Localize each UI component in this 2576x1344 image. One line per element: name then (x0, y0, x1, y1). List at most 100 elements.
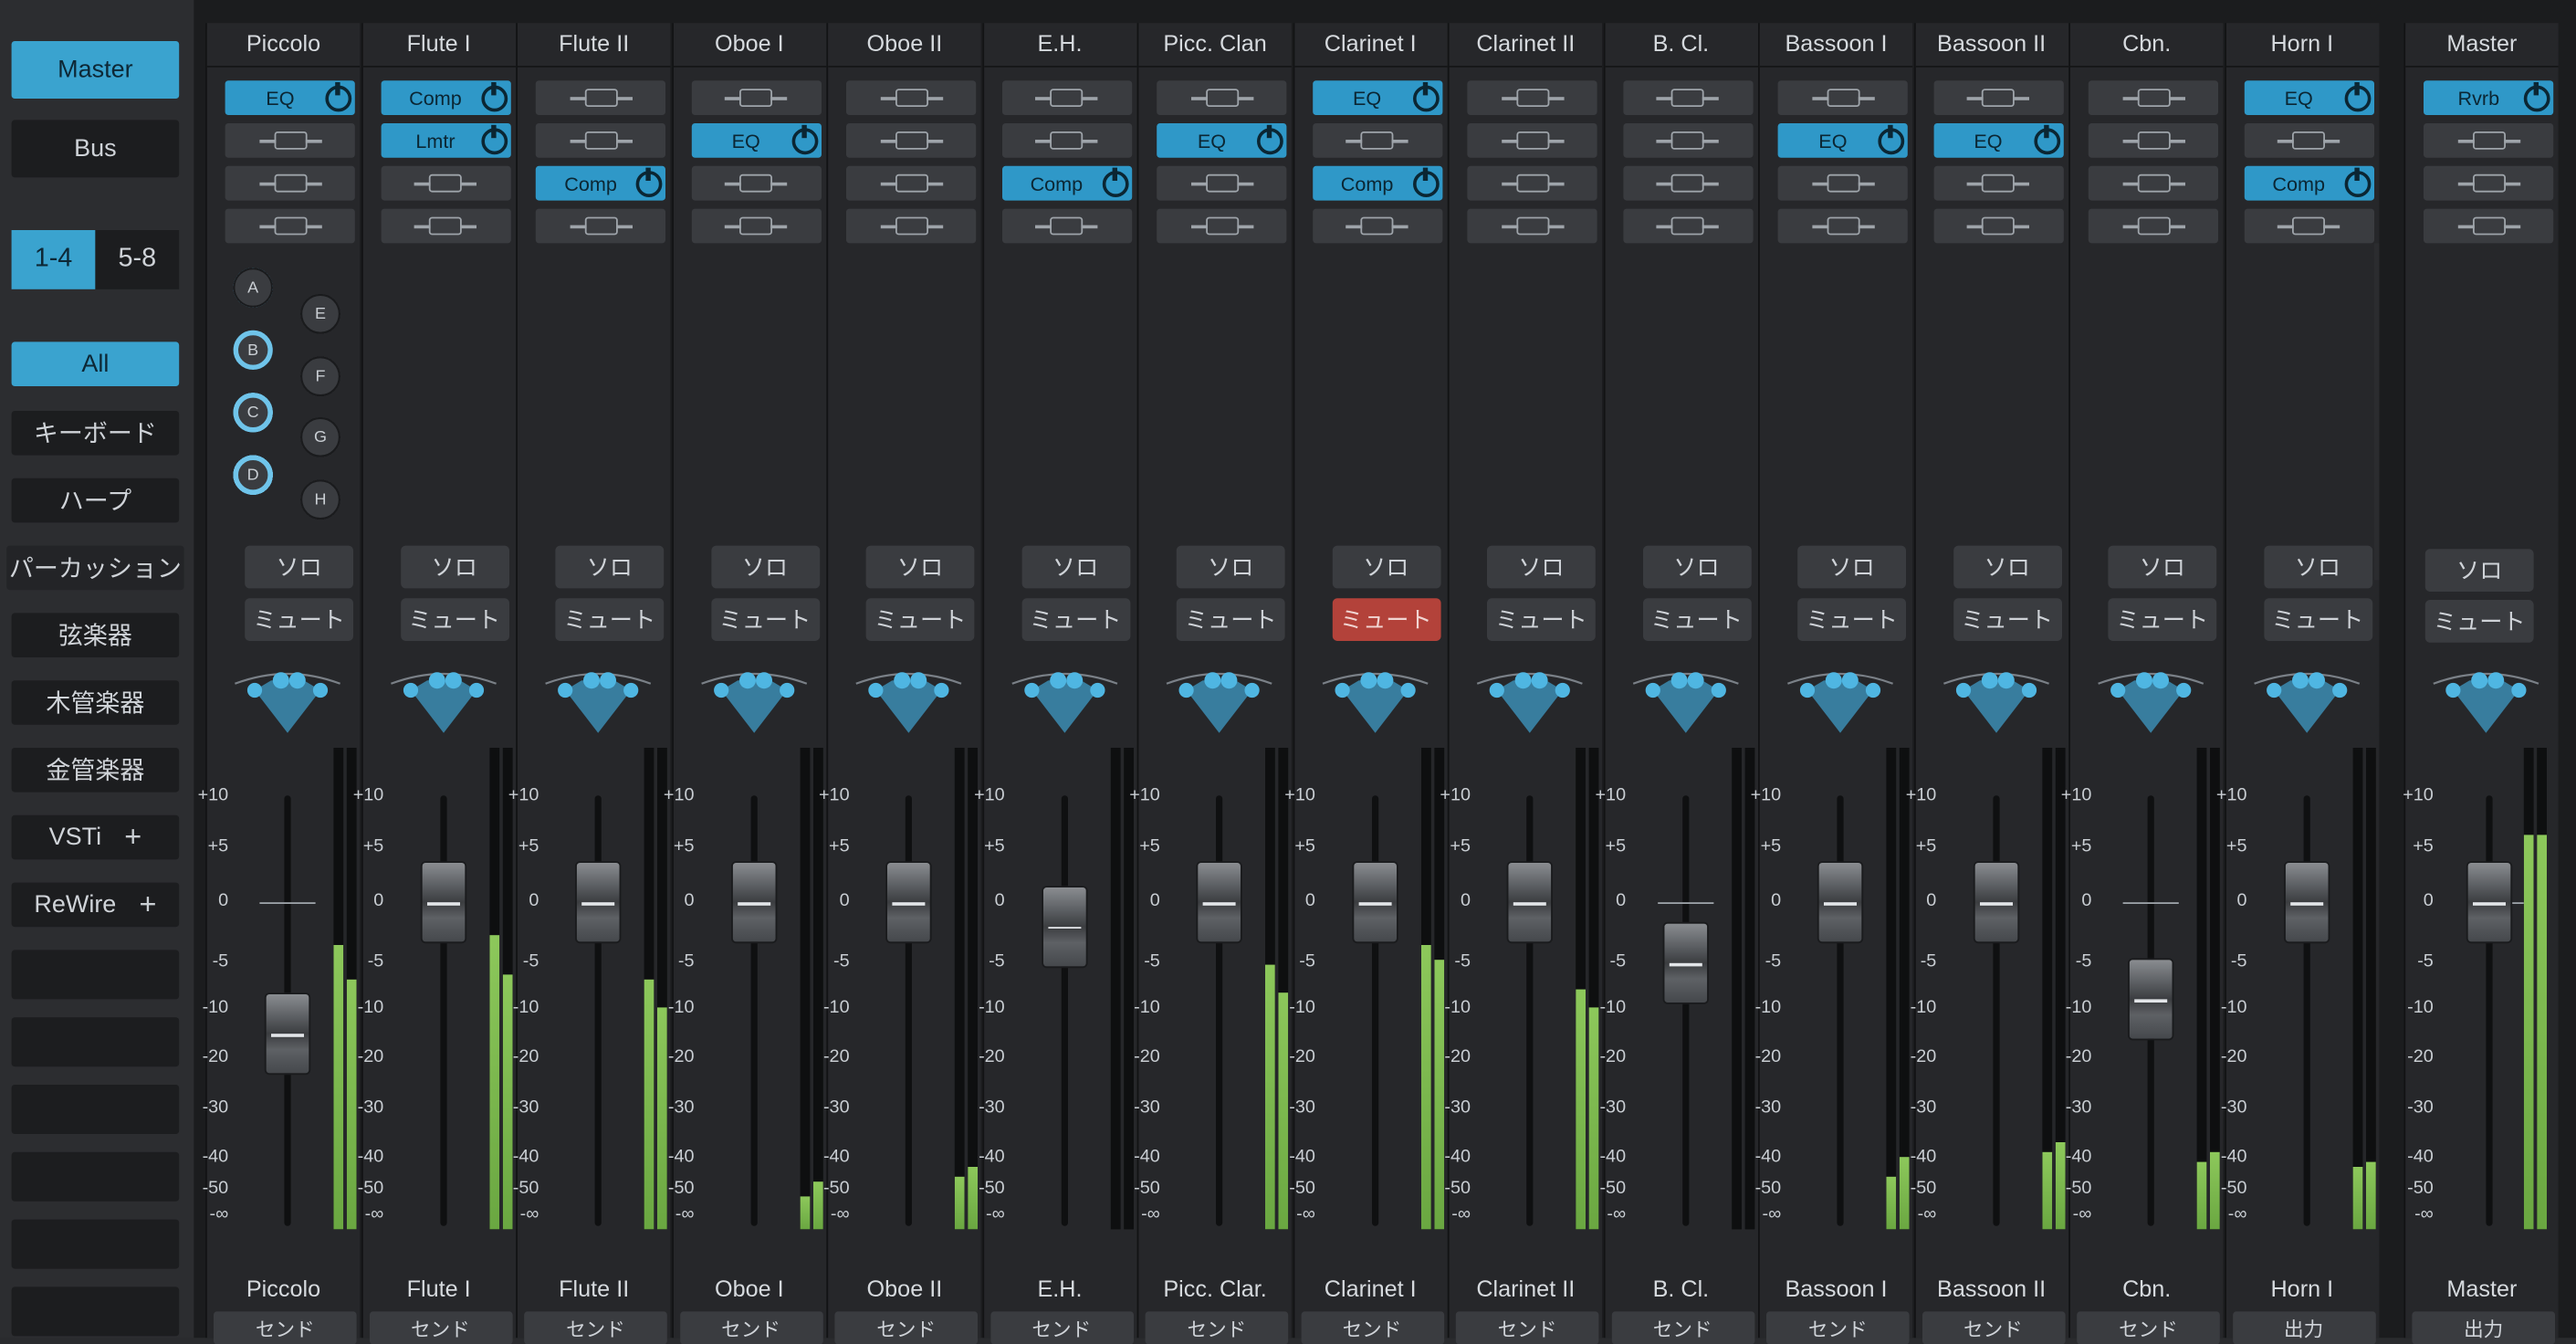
insert-slot[interactable] (1777, 80, 1908, 115)
insert-slot[interactable]: EQ (1777, 123, 1908, 158)
solo-button[interactable]: ソロ (2263, 545, 2372, 589)
send-output-selector[interactable]: センド (834, 1311, 978, 1344)
insert-slot[interactable] (225, 208, 355, 244)
insert-slot[interactable] (1157, 165, 1287, 201)
insert-slot[interactable]: EQ (1157, 123, 1287, 158)
send-output-selector[interactable]: 出力 (2412, 1311, 2555, 1344)
insert-slot[interactable] (1467, 80, 1597, 115)
pan-control[interactable] (1629, 667, 1741, 740)
send-knob-f[interactable]: F (300, 356, 340, 396)
insert-slot[interactable]: Comp (1312, 165, 1442, 201)
mute-button[interactable]: ミュート (2108, 598, 2217, 641)
bank-5-8-button[interactable]: 5-8 (95, 230, 180, 289)
fader-cap[interactable] (730, 861, 777, 944)
send-knob-d[interactable]: D (233, 455, 273, 495)
solo-button[interactable]: ソロ (555, 545, 665, 589)
pan-control[interactable] (2430, 667, 2541, 740)
category-rewire[interactable]: ReWire + (11, 882, 180, 928)
mute-button[interactable]: ミュート (1021, 598, 1130, 641)
insert-slot[interactable] (225, 165, 355, 201)
mute-button[interactable]: ミュート (1797, 598, 1906, 641)
power-icon[interactable] (1412, 81, 1439, 111)
solo-button[interactable]: ソロ (245, 545, 353, 589)
insert-slot[interactable] (1001, 123, 1132, 158)
pan-control[interactable] (387, 667, 498, 740)
send-output-selector[interactable]: センド (214, 1311, 357, 1344)
category-strings[interactable]: 弦楽器 (11, 613, 180, 657)
mute-button[interactable]: ミュート (1487, 598, 1596, 641)
insert-slot[interactable] (846, 123, 977, 158)
power-icon[interactable] (2523, 81, 2550, 111)
fader-cap[interactable] (2128, 959, 2174, 1042)
insert-slot[interactable]: EQ (1932, 123, 2063, 158)
category-brass[interactable]: 金管楽器 (11, 748, 180, 793)
plus-icon[interactable]: + (140, 887, 157, 922)
solo-button[interactable]: ソロ (2424, 549, 2534, 592)
power-icon[interactable] (635, 166, 663, 197)
pan-control[interactable] (2095, 667, 2206, 740)
master-button[interactable]: Master (11, 41, 180, 99)
pan-control[interactable] (232, 667, 343, 740)
insert-slot[interactable]: EQ (1312, 80, 1442, 115)
bank-1-4-button[interactable]: 1-4 (11, 230, 96, 289)
mute-button[interactable]: ミュート (2263, 598, 2372, 641)
solo-button[interactable]: ソロ (1487, 545, 1596, 589)
bus-button[interactable]: Bus (11, 120, 180, 178)
send-output-selector[interactable]: センド (1766, 1311, 1910, 1344)
insert-slot[interactable] (1157, 80, 1287, 115)
mute-button[interactable]: ミュート (555, 598, 665, 641)
insert-slot[interactable] (1932, 165, 2063, 201)
insert-slot[interactable] (1467, 208, 1597, 244)
send-output-selector[interactable]: センド (1455, 1311, 1599, 1344)
category-percussion[interactable]: パーカッション (6, 545, 184, 591)
insert-slot[interactable] (846, 208, 977, 244)
mute-button[interactable]: ミュート (1176, 598, 1285, 641)
pan-control[interactable] (1785, 667, 1896, 740)
insert-slot[interactable] (380, 165, 510, 201)
pan-control[interactable] (697, 667, 809, 740)
insert-slot[interactable] (1622, 208, 1753, 244)
category-woodwinds[interactable]: 木管楽器 (11, 680, 180, 725)
insert-slot[interactable]: Comp (535, 165, 665, 201)
send-output-selector[interactable]: センド (990, 1311, 1134, 1344)
pan-control[interactable] (542, 667, 654, 740)
insert-slot[interactable] (535, 80, 665, 115)
send-output-selector[interactable]: センド (2077, 1311, 2220, 1344)
pan-control[interactable] (1474, 667, 1586, 740)
insert-slot[interactable] (2424, 208, 2554, 244)
power-icon[interactable] (480, 81, 508, 111)
send-knob-a[interactable]: A (233, 268, 273, 308)
insert-slot[interactable] (1622, 123, 1753, 158)
insert-slot[interactable] (846, 80, 977, 115)
power-icon[interactable] (2343, 166, 2371, 197)
insert-slot[interactable] (1467, 123, 1597, 158)
send-output-selector[interactable]: センド (1610, 1311, 1754, 1344)
send-output-selector[interactable]: センド (1300, 1311, 1444, 1344)
solo-button[interactable]: ソロ (710, 545, 820, 589)
send-output-selector[interactable]: センド (1145, 1311, 1289, 1344)
insert-slot[interactable] (225, 123, 355, 158)
solo-button[interactable]: ソロ (2108, 545, 2217, 589)
send-output-selector[interactable]: センド (679, 1311, 822, 1344)
insert-slot[interactable] (690, 208, 822, 244)
pan-control[interactable] (1940, 667, 2051, 740)
send-knob-e[interactable]: E (300, 294, 340, 334)
insert-slot[interactable] (380, 208, 510, 244)
insert-slot[interactable] (1001, 208, 1132, 244)
insert-slot[interactable] (535, 123, 665, 158)
send-output-selector[interactable]: センド (524, 1311, 667, 1344)
power-icon[interactable] (2033, 123, 2060, 154)
insert-slot[interactable] (1777, 208, 1908, 244)
fader-cap[interactable] (419, 861, 466, 944)
insert-slot[interactable] (2424, 123, 2554, 158)
category-harp[interactable]: ハープ (11, 478, 180, 523)
send-knob-g[interactable]: G (300, 417, 340, 457)
fader-cap[interactable] (575, 861, 622, 944)
insert-slot[interactable]: Rvrb (2424, 80, 2554, 115)
insert-slot[interactable] (2424, 165, 2554, 201)
power-icon[interactable] (791, 123, 818, 154)
insert-slot[interactable] (2088, 80, 2218, 115)
insert-slot[interactable] (1622, 165, 1753, 201)
fader-cap[interactable] (885, 861, 932, 944)
pan-control[interactable] (2250, 667, 2361, 740)
